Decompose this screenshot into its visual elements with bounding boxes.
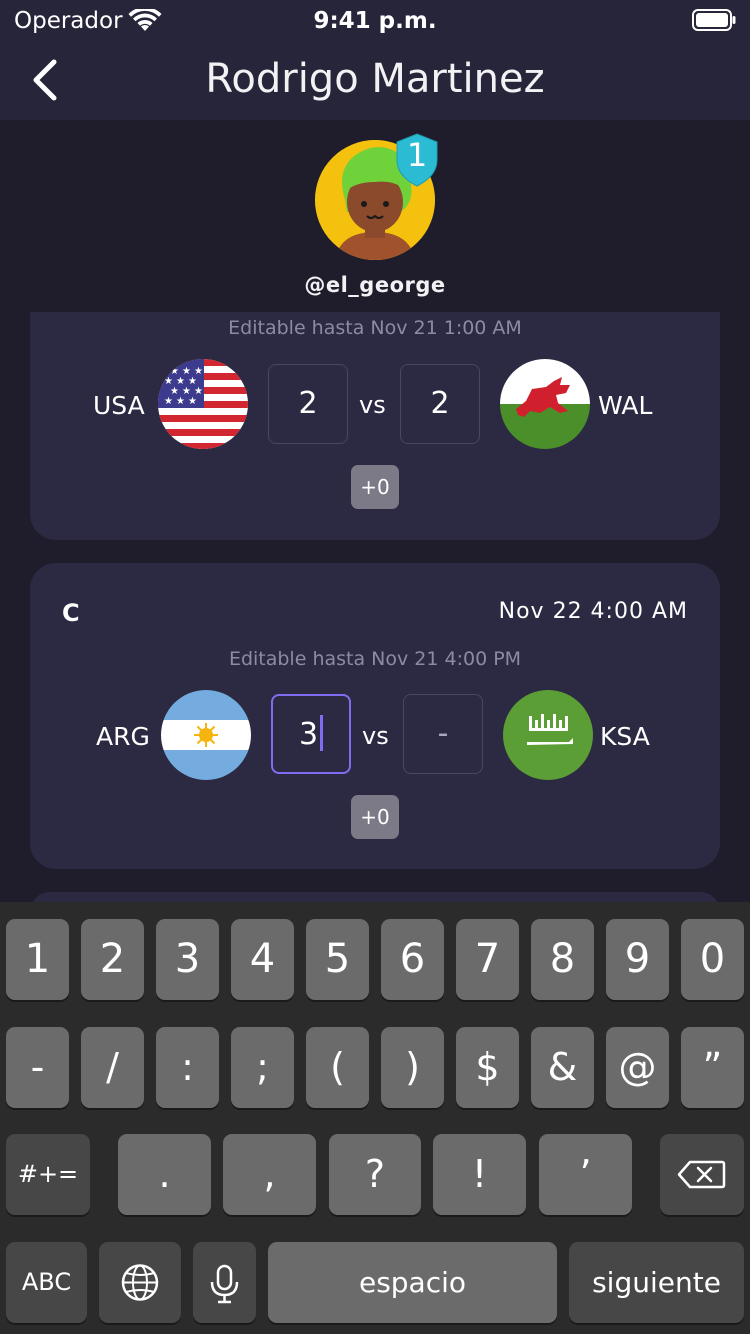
next-key[interactable]: siguiente [569, 1242, 744, 1323]
rank-number: 1 [406, 136, 428, 174]
match-date: Nov 22 4:00 AM [498, 599, 688, 624]
key[interactable]: ; [231, 1027, 294, 1108]
backspace-icon [677, 1160, 726, 1189]
svg-text:★: ★ [176, 396, 185, 407]
key[interactable]: 6 [381, 919, 444, 1000]
microphone-icon [210, 1264, 239, 1304]
profile-avatar-container: 1 [315, 133, 438, 260]
editable-until-label: Editable hasta Nov 21 1:00 AM [228, 317, 522, 339]
svg-text:★: ★ [164, 396, 173, 407]
editable-until-label: Editable hasta Nov 21 4:00 PM [228, 648, 522, 670]
status-bar: Operador 9:41 p.m. [0, 0, 750, 42]
home-score-input[interactable]: 2 [268, 364, 348, 444]
home-team-code: ARG [96, 722, 150, 751]
navigation-bar: Rodrigo Martinez [0, 42, 750, 120]
key[interactable]: 0 [681, 919, 744, 1000]
key[interactable]: @ [606, 1027, 669, 1108]
key[interactable]: 9 [606, 919, 669, 1000]
status-time: 9:41 p.m. [313, 8, 437, 34]
match-card: Editable hasta Nov 21 1:00 AM USA ★ ★ ★ ★ ★… [30, 312, 720, 540]
vs-label: vs [359, 391, 386, 419]
key[interactable]: / [81, 1027, 144, 1108]
away-score-input[interactable]: 2 [400, 364, 480, 444]
symbols-toggle-key[interactable]: #+= [6, 1134, 90, 1215]
page-title: Rodrigo Martinez [205, 56, 545, 102]
battery-icon [692, 9, 736, 31]
home-score-value: 3 [298, 717, 319, 752]
text-caret [320, 714, 324, 751]
home-score-input[interactable]: 3 [271, 694, 351, 774]
argentina-flag-icon [161, 690, 251, 780]
wales-flag-icon [500, 359, 590, 449]
key[interactable]: 8 [531, 919, 594, 1000]
match-card: C Nov 22 4:00 AM Editable hasta Nov 21 4… [30, 563, 720, 869]
key[interactable]: 7 [456, 919, 519, 1000]
key[interactable]: 5 [306, 919, 369, 1000]
key[interactable]: - [6, 1027, 69, 1108]
svg-text:★: ★ [188, 396, 197, 407]
key[interactable]: ) [381, 1027, 444, 1108]
usa-flag-icon: ★ ★ ★ ★ ★ ★ ★ ★ ★ ★ ★ ★ [158, 359, 248, 449]
saudi-arabia-flag-icon [503, 690, 593, 780]
backspace-key[interactable] [660, 1134, 744, 1215]
key[interactable]: ( [306, 1027, 369, 1108]
home-team-code: USA [93, 391, 145, 420]
key[interactable]: & [531, 1027, 594, 1108]
points-badge: +0 [351, 795, 399, 839]
key[interactable]: 4 [231, 919, 294, 1000]
key[interactable]: ’ [539, 1134, 632, 1215]
away-score-input[interactable]: - [403, 694, 483, 774]
key[interactable]: , [223, 1134, 316, 1215]
abc-key[interactable]: ABC [6, 1242, 87, 1323]
key[interactable]: $ [456, 1027, 519, 1108]
away-team-code: KSA [600, 722, 650, 751]
key[interactable]: 3 [156, 919, 219, 1000]
points-badge: +0 [351, 465, 399, 509]
away-team-code: WAL [598, 391, 653, 420]
numeric-keyboard: 1 2 3 4 5 6 7 8 9 0 - / : ; ( ) $ & @ ” … [0, 902, 750, 1334]
key[interactable]: ” [681, 1027, 744, 1108]
key[interactable]: . [118, 1134, 211, 1215]
space-key[interactable]: espacio [268, 1242, 557, 1323]
username: @el_george [304, 273, 446, 297]
key[interactable]: 1 [6, 919, 69, 1000]
key[interactable]: 2 [81, 919, 144, 1000]
group-label: C [62, 599, 80, 627]
key[interactable]: : [156, 1027, 219, 1108]
globe-icon [121, 1264, 159, 1301]
key[interactable]: ? [329, 1134, 421, 1215]
key[interactable]: ! [433, 1134, 526, 1215]
vs-label: vs [362, 722, 389, 750]
globe-key[interactable] [99, 1242, 181, 1323]
microphone-key[interactable] [193, 1242, 256, 1323]
